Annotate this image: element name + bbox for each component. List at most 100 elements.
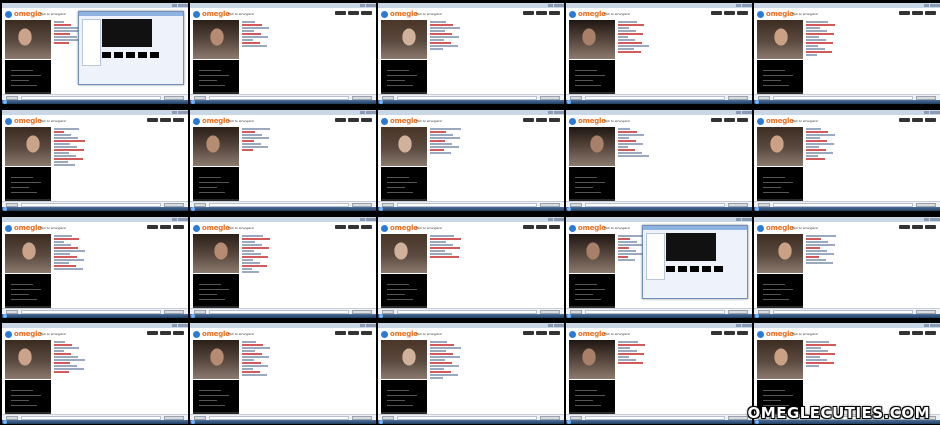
start-orb-icon[interactable] (3, 420, 7, 424)
header-badge[interactable] (348, 11, 359, 15)
header-badge[interactable] (724, 331, 735, 335)
start-orb-icon[interactable] (379, 207, 383, 211)
header-badge[interactable] (523, 118, 534, 122)
header-badge[interactable] (737, 11, 748, 15)
start-orb-icon[interactable] (379, 100, 383, 104)
dialog-swatch[interactable] (102, 52, 111, 58)
start-orb-icon[interactable] (567, 420, 571, 424)
dialog-swatch[interactable] (138, 52, 147, 58)
header-badge[interactable] (348, 331, 359, 335)
chat-message (430, 347, 461, 349)
header-badge[interactable] (160, 118, 171, 122)
start-orb-icon[interactable] (191, 420, 195, 424)
video-placeholder-line (199, 284, 221, 285)
header-badge[interactable] (335, 225, 346, 229)
header-badge[interactable] (173, 225, 184, 229)
dialog-swatch[interactable] (114, 52, 123, 58)
header-badge[interactable] (536, 118, 547, 122)
header-badge[interactable] (925, 118, 936, 122)
header-badge[interactable] (173, 331, 184, 335)
header-badge[interactable] (523, 225, 534, 229)
header-badge[interactable] (536, 225, 547, 229)
chat-message (54, 143, 70, 145)
video-placeholder-line (199, 177, 221, 178)
header-badge[interactable] (536, 331, 547, 335)
header-badge[interactable] (173, 118, 184, 122)
header-badge[interactable] (147, 118, 158, 122)
header-badge[interactable] (899, 11, 910, 15)
header-badge[interactable] (348, 118, 359, 122)
start-orb-icon[interactable] (3, 314, 7, 318)
dialog-title-bar[interactable] (79, 12, 183, 16)
chat-message (430, 24, 453, 26)
header-badge[interactable] (899, 225, 910, 229)
header-badge[interactable] (147, 225, 158, 229)
header-badge[interactable] (549, 225, 560, 229)
start-orb-icon[interactable] (379, 314, 383, 318)
dialog-option-list[interactable] (646, 233, 665, 280)
dialog-swatch[interactable] (150, 52, 159, 58)
omegle-logo-icon (381, 224, 388, 232)
header-badge[interactable] (925, 225, 936, 229)
header-badge[interactable] (925, 11, 936, 15)
header-badge[interactable] (899, 331, 910, 335)
chat-message (618, 253, 643, 255)
header-badge[interactable] (912, 118, 923, 122)
start-orb-icon[interactable] (755, 207, 759, 211)
header-badge[interactable] (912, 225, 923, 229)
start-orb-icon[interactable] (379, 420, 383, 424)
header-badge[interactable] (711, 118, 722, 122)
header-badge[interactable] (147, 331, 158, 335)
header-badge[interactable] (523, 11, 534, 15)
chat-message (806, 36, 819, 38)
header-badge[interactable] (737, 118, 748, 122)
header-badge[interactable] (912, 331, 923, 335)
header-badge[interactable] (724, 11, 735, 15)
header-badge[interactable] (549, 118, 560, 122)
stranger-video (381, 234, 427, 273)
start-orb-icon[interactable] (3, 100, 7, 104)
header-badge[interactable] (361, 331, 372, 335)
header-badge[interactable] (912, 11, 923, 15)
header-badge[interactable] (335, 331, 346, 335)
header-badge[interactable] (711, 11, 722, 15)
header-badge[interactable] (925, 331, 936, 335)
start-orb-icon[interactable] (191, 207, 195, 211)
header-badge[interactable] (361, 225, 372, 229)
header-badge[interactable] (549, 11, 560, 15)
dialog-swatch[interactable] (666, 266, 675, 272)
start-orb-icon[interactable] (191, 100, 195, 104)
header-badge[interactable] (361, 11, 372, 15)
dialog-swatch[interactable] (714, 266, 723, 272)
settings-dialog[interactable] (642, 225, 748, 299)
dialog-swatch[interactable] (126, 52, 135, 58)
header-badge[interactable] (737, 331, 748, 335)
header-badge[interactable] (724, 118, 735, 122)
start-orb-icon[interactable] (191, 314, 195, 318)
header-badge[interactable] (160, 331, 171, 335)
header-badge[interactable] (348, 225, 359, 229)
settings-dialog[interactable] (78, 11, 184, 85)
dialog-swatch[interactable] (702, 266, 711, 272)
start-orb-icon[interactable] (3, 207, 7, 211)
header-badge[interactable] (549, 331, 560, 335)
header-badge[interactable] (335, 11, 346, 15)
header-badge[interactable] (335, 118, 346, 122)
start-orb-icon[interactable] (567, 100, 571, 104)
tagline: Talk to strangers! (792, 119, 819, 123)
header-badge[interactable] (160, 225, 171, 229)
header-badge[interactable] (899, 118, 910, 122)
header-badge[interactable] (711, 331, 722, 335)
dialog-title-bar[interactable] (643, 226, 747, 230)
dialog-option-list[interactable] (82, 19, 101, 66)
omegle-logo: omegle (381, 224, 418, 232)
start-orb-icon[interactable] (567, 314, 571, 318)
start-orb-icon[interactable] (755, 100, 759, 104)
dialog-swatch[interactable] (678, 266, 687, 272)
start-orb-icon[interactable] (755, 314, 759, 318)
start-orb-icon[interactable] (567, 207, 571, 211)
dialog-swatch[interactable] (690, 266, 699, 272)
header-badge[interactable] (361, 118, 372, 122)
header-badge[interactable] (536, 11, 547, 15)
header-badge[interactable] (523, 331, 534, 335)
